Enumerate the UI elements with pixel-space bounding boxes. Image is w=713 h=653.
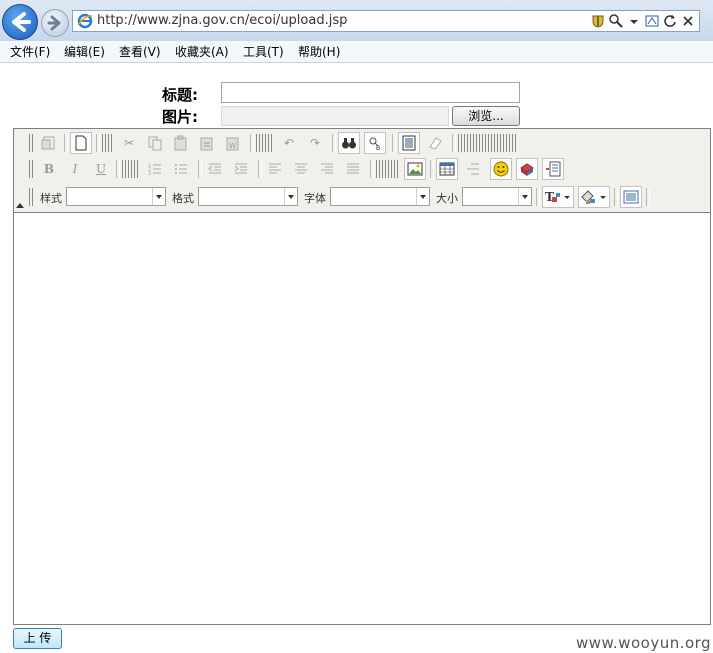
italic-button[interactable]: I [64, 158, 86, 180]
toolbar-row-3: 样式 格式 字体 大小 T [28, 185, 708, 209]
chevron-down-icon [152, 188, 165, 205]
forward-arrow-icon [47, 15, 61, 31]
compatibility-view-icon[interactable] [645, 14, 659, 28]
editor-content-area[interactable] [14, 213, 710, 624]
undo-icon[interactable]: ↶ [278, 132, 300, 154]
rich-text-editor: ✂ W ↶ ↷ B B I U 1 2 3 样式 格式 字体 大小 T [13, 128, 711, 625]
remove-format-icon[interactable] [424, 132, 446, 154]
ordered-list-icon[interactable]: 123 [144, 158, 166, 180]
svg-text:B: B [376, 145, 380, 151]
style-label: 样式 [40, 192, 62, 205]
align-left-icon[interactable] [264, 158, 286, 180]
title-input[interactable] [221, 82, 520, 103]
font-select[interactable] [330, 187, 430, 206]
menu-tools[interactable]: 工具(T) [243, 43, 284, 60]
page-break-icon[interactable] [542, 158, 564, 180]
bold-button[interactable]: B [38, 158, 60, 180]
align-justify-icon[interactable] [342, 158, 364, 180]
redo-icon[interactable]: ↷ [304, 132, 326, 154]
new-document-icon[interactable] [70, 132, 92, 154]
align-center-icon[interactable] [290, 158, 312, 180]
outdent-icon[interactable] [204, 158, 226, 180]
chevron-down-icon [518, 188, 531, 205]
menu-bar: 文件(F) 编辑(E) 查看(V) 收藏夹(A) 工具(T) 帮助(H) [0, 41, 713, 63]
cut-icon[interactable]: ✂ [118, 132, 140, 154]
ie-logo-icon [77, 13, 93, 29]
chevron-down-icon [284, 188, 297, 205]
paste-word-icon[interactable]: W [222, 132, 244, 154]
menu-file[interactable]: 文件(F) [10, 43, 50, 60]
back-arrow-icon [12, 12, 31, 32]
background-color-icon[interactable] [578, 186, 610, 208]
forward-button[interactable] [41, 9, 69, 37]
format-select[interactable] [198, 187, 298, 206]
url-text: http://www.zjna.gov.cn/ecoi/upload.jsp [97, 13, 348, 28]
back-button[interactable] [2, 4, 38, 40]
upload-button[interactable]: 上 传 [13, 628, 62, 649]
refresh-icon[interactable] [663, 14, 677, 28]
svg-text:W: W [229, 142, 236, 150]
align-right-icon[interactable] [316, 158, 338, 180]
font-label: 字体 [304, 192, 326, 205]
indent-icon[interactable] [230, 158, 252, 180]
format-label: 格式 [172, 192, 194, 205]
title-label: 标题: [162, 86, 198, 104]
select-all-icon[interactable] [398, 132, 420, 154]
stop-icon[interactable] [681, 14, 695, 28]
browser-address-bar: http://www.zjna.gov.cn/ecoi/upload.jsp [0, 0, 713, 41]
url-field[interactable]: http://www.zjna.gov.cn/ecoi/upload.jsp [72, 10, 700, 32]
menu-help[interactable]: 帮助(H) [298, 43, 340, 60]
size-label: 大小 [436, 192, 458, 205]
copy-icon[interactable] [144, 132, 166, 154]
browse-button[interactable]: 浏览... [452, 106, 520, 126]
special-char-icon[interactable] [516, 158, 538, 180]
toolbar-row-1: ✂ W ↶ ↷ B [28, 131, 708, 155]
menu-view[interactable]: 查看(V) [119, 43, 161, 60]
insert-table-icon[interactable] [436, 158, 458, 180]
compat-shield-icon[interactable] [591, 14, 605, 28]
horizontal-rule-icon[interactable] [462, 158, 484, 180]
toolbar-row-2: B I U 123 [28, 157, 708, 181]
unordered-list-icon[interactable] [170, 158, 192, 180]
menu-favorites[interactable]: 收藏夹(A) [175, 43, 229, 60]
image-label: 图片: [162, 108, 198, 126]
svg-text:3: 3 [148, 171, 151, 177]
search-icon[interactable] [609, 14, 623, 28]
source-mode-icon[interactable] [38, 132, 60, 154]
style-select[interactable] [66, 187, 166, 206]
fullscreen-icon[interactable] [620, 186, 642, 208]
insert-image-icon[interactable] [404, 158, 426, 180]
paste-icon[interactable] [170, 132, 192, 154]
menu-edit[interactable]: 编辑(E) [64, 43, 105, 60]
dropdown-icon[interactable] [627, 14, 641, 28]
chevron-down-icon [416, 188, 429, 205]
underline-button[interactable]: U [90, 158, 112, 180]
collapse-toolbar-icon[interactable] [16, 203, 24, 208]
text-color-icon[interactable]: T [542, 186, 574, 208]
paste-text-icon[interactable] [196, 132, 218, 154]
replace-icon[interactable]: B [364, 132, 386, 154]
find-icon[interactable] [338, 132, 360, 154]
editor-toolbar: ✂ W ↶ ↷ B B I U 1 2 3 样式 格式 字体 大小 T [14, 129, 710, 213]
file-path-field[interactable] [221, 106, 449, 126]
smiley-icon[interactable] [490, 158, 512, 180]
size-select[interactable] [462, 187, 532, 206]
watermark: www.wooyun.org [576, 634, 712, 652]
